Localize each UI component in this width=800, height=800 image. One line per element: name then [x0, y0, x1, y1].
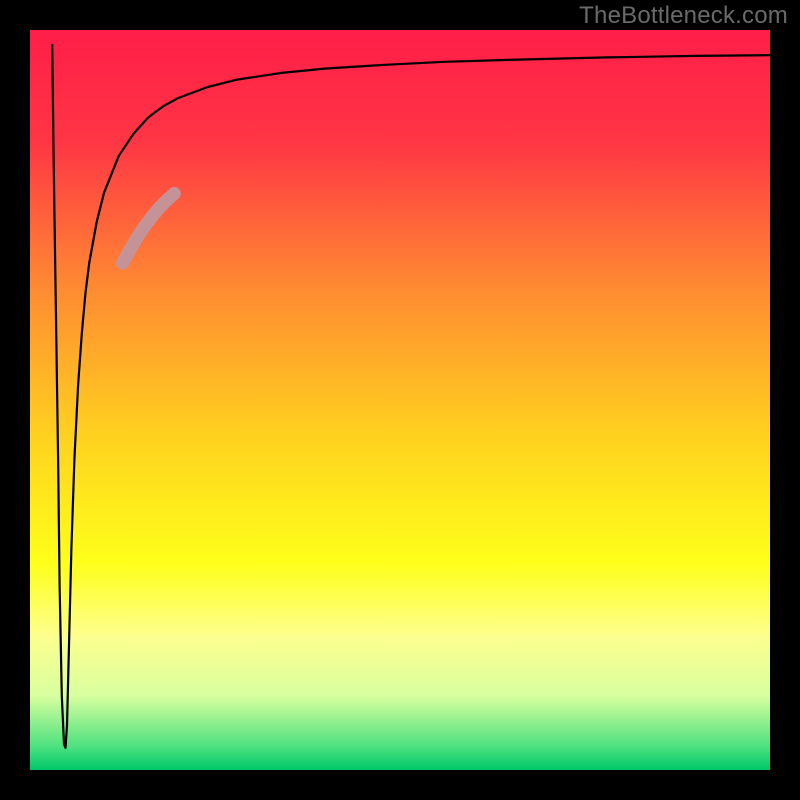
- watermark-text: TheBottleneck.com: [579, 2, 788, 30]
- chart-frame: TheBottleneck.com: [0, 0, 800, 800]
- plot-background: [30, 30, 770, 770]
- chart-svg: [0, 0, 800, 800]
